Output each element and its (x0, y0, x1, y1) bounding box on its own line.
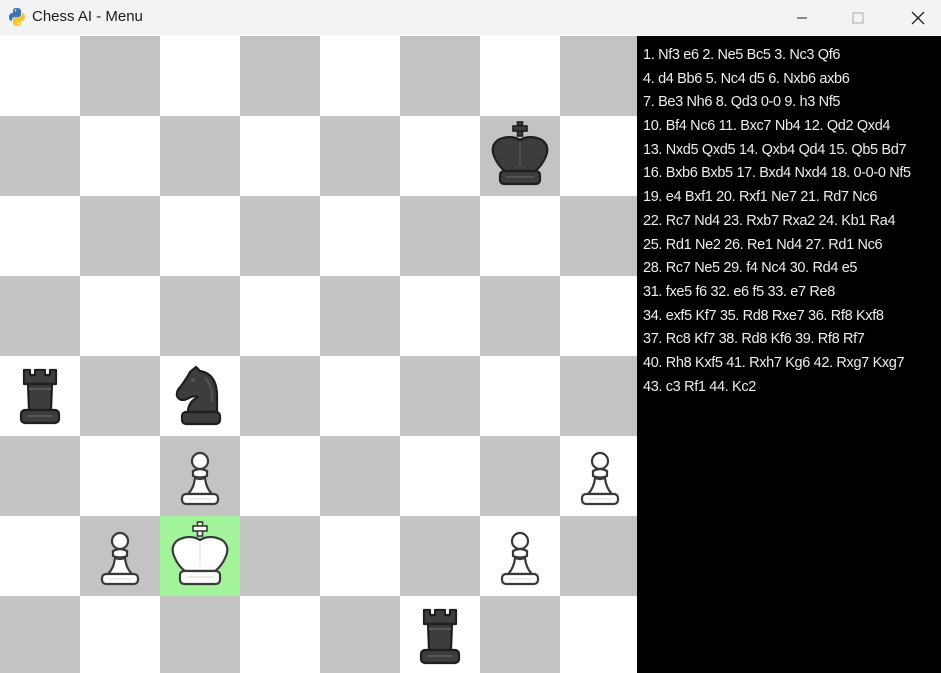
white-pawn-icon[interactable] (480, 516, 560, 596)
square-c5[interactable] (160, 276, 240, 356)
move-line: 13. Nxd5 Qxd5 14. Qxb4 Qd4 15. Qb5 Bd7 (643, 141, 907, 158)
square-b6[interactable] (80, 196, 160, 276)
move-line: 40. Rh8 Kxf5 41. Rxh7 Kg6 42. Rxg7 Kxg7 (643, 354, 905, 371)
square-d4[interactable] (240, 356, 320, 436)
square-e1[interactable] (320, 596, 400, 673)
square-a6[interactable] (0, 196, 80, 276)
square-b8[interactable] (80, 36, 160, 116)
move-line: 4. d4 Bb6 5. Nc4 d5 6. Nxb6 axb6 (643, 70, 850, 87)
window-title: Chess AI - Menu (32, 8, 143, 25)
black-knight-icon[interactable] (160, 356, 240, 436)
square-a5[interactable] (0, 276, 80, 356)
square-d3[interactable] (240, 436, 320, 516)
square-h8[interactable] (560, 36, 637, 116)
move-line: 16. Bxb6 Bxb5 17. Bxd4 Nxd4 18. 0-0-0 Nf… (643, 165, 911, 182)
move-line: 31. fxe5 f6 32. e6 f5 33. e7 Re8 (643, 283, 835, 300)
square-h5[interactable] (560, 276, 637, 356)
square-e7[interactable] (320, 116, 400, 196)
square-g1[interactable] (480, 596, 560, 673)
white-pawn-icon[interactable] (560, 436, 637, 516)
square-h1[interactable] (560, 596, 637, 673)
square-f8[interactable] (400, 36, 480, 116)
square-d2[interactable] (240, 516, 320, 596)
square-h4[interactable] (560, 356, 637, 436)
square-e6[interactable] (320, 196, 400, 276)
square-h6[interactable] (560, 196, 637, 276)
square-d7[interactable] (240, 116, 320, 196)
move-line: 37. Rc8 Kf7 38. Rd8 Kf6 39. Rf8 Rf7 (643, 331, 865, 348)
move-line: 10. Bf4 Nc6 11. Bxc7 Nb4 12. Qd2 Qxd4 (643, 118, 891, 135)
square-a7[interactable] (0, 116, 80, 196)
black-rook-icon[interactable] (400, 596, 480, 673)
chess-board[interactable] (0, 36, 637, 673)
square-g3[interactable] (480, 436, 560, 516)
square-f3[interactable] (400, 436, 480, 516)
square-e8[interactable] (320, 36, 400, 116)
square-e2[interactable] (320, 516, 400, 596)
square-a1[interactable] (0, 596, 80, 673)
move-line: 43. c3 Rf1 44. Kc2 (643, 378, 756, 395)
maximize-button[interactable] (835, 0, 881, 35)
square-d5[interactable] (240, 276, 320, 356)
minimize-button[interactable] (779, 0, 825, 35)
white-pawn-icon[interactable] (160, 436, 240, 516)
square-f4[interactable] (400, 356, 480, 436)
square-f2[interactable] (400, 516, 480, 596)
square-f7[interactable] (400, 116, 480, 196)
square-e5[interactable] (320, 276, 400, 356)
close-button[interactable] (895, 0, 941, 35)
move-line: 34. exf5 Kf7 35. Rd8 Rxe7 36. Rf8 Kxf8 (643, 307, 884, 324)
square-a8[interactable] (0, 36, 80, 116)
square-e3[interactable] (320, 436, 400, 516)
move-line: 28. Rc7 Ne5 29. f4 Nc4 30. Rd4 e5 (643, 260, 858, 277)
square-g6[interactable] (480, 196, 560, 276)
move-line: 7. Be3 Nh6 8. Qd3 0-0 9. h3 Nf5 (643, 94, 841, 111)
move-line: 1. Nf3 e6 2. Ne5 Bc5 3. Nc3 Qf6 (643, 47, 841, 63)
square-b4[interactable] (80, 356, 160, 436)
white-king-icon[interactable] (160, 516, 240, 596)
square-a3[interactable] (0, 436, 80, 516)
square-b3[interactable] (80, 436, 160, 516)
square-c6[interactable] (160, 196, 240, 276)
black-rook-icon[interactable] (0, 356, 80, 436)
move-line: 19. e4 Bxf1 20. Rxf1 Ne7 21. Rd7 Nc6 (643, 189, 878, 206)
move-line: 25. Rd1 Ne2 26. Re1 Nd4 27. Rd1 Nc6 (643, 236, 883, 253)
square-b5[interactable] (80, 276, 160, 356)
square-h2[interactable] (560, 516, 637, 596)
python-snake-icon (9, 8, 25, 26)
square-d8[interactable] (240, 36, 320, 116)
square-d1[interactable] (240, 596, 320, 673)
title-bar[interactable]: Chess AI - Menu (0, 0, 941, 35)
square-e4[interactable] (320, 356, 400, 436)
square-d6[interactable] (240, 196, 320, 276)
square-g5[interactable] (480, 276, 560, 356)
square-h7[interactable] (560, 116, 637, 196)
square-c7[interactable] (160, 116, 240, 196)
square-c1[interactable] (160, 596, 240, 673)
square-b1[interactable] (80, 596, 160, 673)
close-icon (911, 11, 925, 24)
black-king-icon[interactable] (480, 116, 560, 196)
square-b7[interactable] (80, 116, 160, 196)
white-pawn-icon[interactable] (80, 516, 160, 596)
square-c8[interactable] (160, 36, 240, 116)
move-line: 22. Rc7 Nd4 23. Rxb7 Rxa2 24. Kb1 Ra4 (643, 212, 896, 229)
square-g4[interactable] (480, 356, 560, 436)
square-f6[interactable] (400, 196, 480, 276)
square-f5[interactable] (400, 276, 480, 356)
square-a2[interactable] (0, 516, 80, 596)
square-g8[interactable] (480, 36, 560, 116)
move-list-panel: 1. Nf3 e6 2. Ne5 Bc5 3. Nc3 Qf6 4. d4 Bb6… (637, 36, 941, 673)
move-list: 1. Nf3 e6 2. Ne5 Bc5 3. Nc3 Qf6 4. d4 Bb6… (643, 44, 911, 399)
minimize-icon (797, 17, 807, 18)
maximize-icon (852, 12, 864, 23)
